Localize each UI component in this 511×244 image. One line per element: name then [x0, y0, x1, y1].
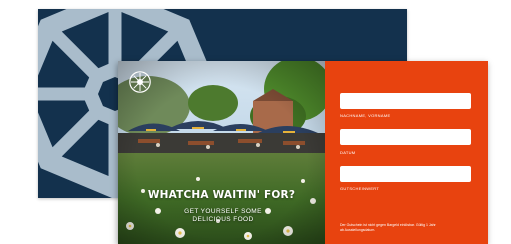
- voucher-fine-print: Der Gutschein ist nicht gegen Bargeld ei…: [340, 223, 436, 232]
- voucher-mockup: WHATCHA WAITIN' FOR? GET YOURSELF SOME D…: [0, 0, 511, 244]
- voucher-value-field[interactable]: [340, 166, 471, 182]
- gift-voucher: WHATCHA WAITIN' FOR? GET YOURSELF SOME D…: [118, 61, 488, 244]
- voucher-headline: WHATCHA WAITIN' FOR?: [147, 189, 296, 201]
- voucher-value-field-label: GUTSCHEINWERT: [340, 186, 380, 191]
- voucher-form-panel: NACHNAME, VORNAME DATUM GUTSCHEINWERT De…: [325, 61, 488, 244]
- beer-garden-photo: WHATCHA WAITIN' FOR? GET YOURSELF SOME D…: [118, 61, 325, 244]
- date-field[interactable]: [340, 129, 471, 145]
- date-field-label: DATUM: [340, 150, 356, 155]
- name-field[interactable]: [340, 93, 471, 109]
- wheel-emblem-icon: [129, 71, 151, 93]
- voucher-subline: GET YOURSELF SOME DELICIOUS FOOD: [184, 208, 262, 223]
- name-field-label: NACHNAME, VORNAME: [340, 113, 391, 118]
